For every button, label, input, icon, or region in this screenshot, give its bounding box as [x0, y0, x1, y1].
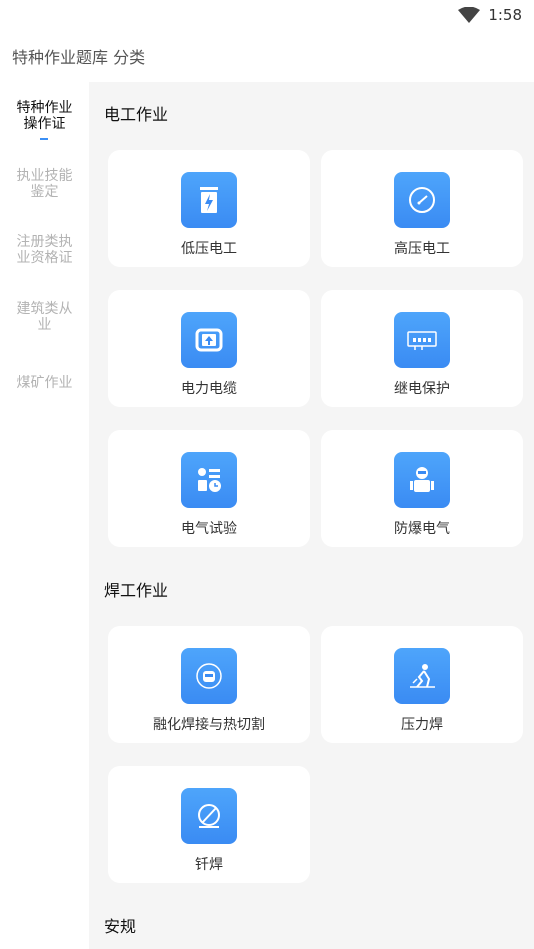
pressure-welding-icon: [394, 648, 450, 704]
fusion-welding-icon: [181, 648, 237, 704]
card-label: 电力电缆: [181, 381, 237, 397]
section-title-electrician: 电工作业: [104, 105, 169, 124]
wifi-icon: [458, 7, 481, 23]
section-title-welding: 焊工作业: [104, 581, 169, 600]
sidebar-item-special-operation[interactable]: 特种作业操作证: [0, 96, 89, 140]
card-high-voltage[interactable]: 高压电工: [321, 150, 523, 267]
card-fusion-welding[interactable]: 融化焊接与热切割: [108, 626, 310, 743]
sidebar-item-label: 执业技能鉴定: [16, 168, 73, 200]
card-pressure-welding[interactable]: 压力焊: [321, 626, 523, 743]
card-low-voltage[interactable]: 低压电工: [108, 150, 310, 267]
brazing-icon: [181, 788, 237, 844]
status-time: 1:58: [488, 6, 522, 24]
sidebar-item-label: 煤矿作业: [16, 375, 73, 391]
explosion-proof-icon: [394, 452, 450, 508]
card-label: 融化焊接与热切割: [153, 717, 265, 733]
card-explosion-proof[interactable]: 防爆电气: [321, 430, 523, 547]
card-label: 电气试验: [181, 521, 237, 537]
card-label: 防爆电气: [394, 521, 450, 537]
sidebar-item-label: 建筑类从业: [16, 301, 73, 333]
low-voltage-icon: [181, 172, 237, 228]
active-indicator: [40, 138, 48, 140]
relay-protection-icon: [394, 312, 450, 368]
sidebar-item-vocational-skill[interactable]: 执业技能鉴定: [0, 164, 89, 204]
power-cable-icon: [181, 312, 237, 368]
card-brazing[interactable]: 钎焊: [108, 766, 310, 883]
card-relay-protection[interactable]: 继电保护: [321, 290, 523, 407]
category-sidebar: 特种作业操作证 执业技能鉴定 注册类执业资格证 建筑类从业 煤矿作业: [0, 82, 89, 949]
card-label: 压力焊: [401, 717, 443, 733]
electrical-test-icon: [181, 452, 237, 508]
page-title: 特种作业题库 分类: [12, 48, 146, 67]
sidebar-item-label: 特种作业操作证: [16, 100, 73, 132]
sidebar-item-construction[interactable]: 建筑类从业: [0, 297, 89, 337]
card-label: 钎焊: [195, 857, 223, 873]
status-bar: 1:58: [0, 0, 534, 30]
sidebar-item-registered-qualification[interactable]: 注册类执业资格证: [0, 230, 89, 270]
section-title-safety-rules: 安规: [104, 917, 137, 936]
card-power-cable[interactable]: 电力电缆: [108, 290, 310, 407]
card-label: 继电保护: [394, 381, 450, 397]
sidebar-item-label: 注册类执业资格证: [16, 234, 73, 266]
category-content: 电工作业 低压电工 高压电工 电力电缆 继电保护 电气试验 防爆电气 焊工作业 …: [89, 82, 534, 949]
card-label: 高压电工: [394, 241, 450, 257]
high-voltage-gauge-icon: [394, 172, 450, 228]
sidebar-item-coal-mine[interactable]: 煤矿作业: [0, 372, 89, 394]
card-label: 低压电工: [181, 241, 237, 257]
page-header: 特种作业题库 分类: [0, 30, 534, 82]
card-electrical-test[interactable]: 电气试验: [108, 430, 310, 547]
